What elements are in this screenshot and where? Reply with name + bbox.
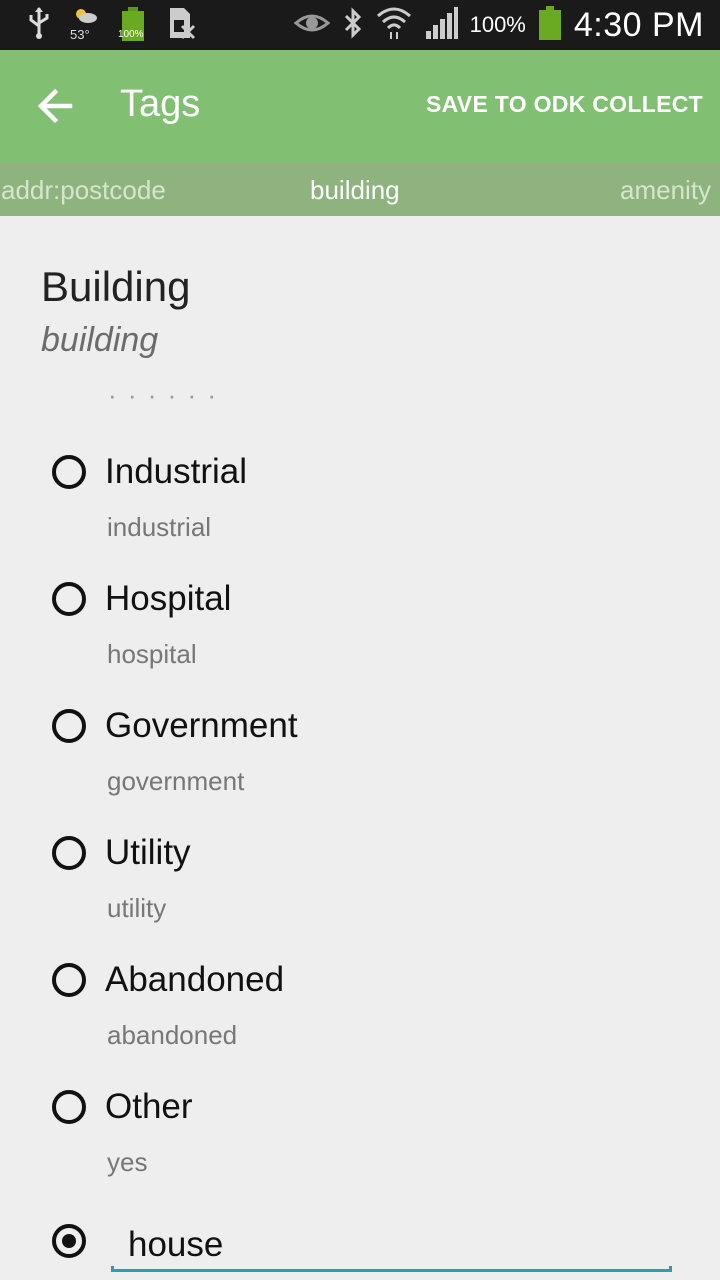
temperature-label: 53° — [70, 27, 90, 42]
radio-button[interactable] — [52, 582, 86, 616]
app-toolbar: Tags SAVE TO ODK COLLECT — [0, 50, 720, 162]
wifi-icon — [376, 6, 412, 45]
save-to-odk-collect-button[interactable]: SAVE TO ODK COLLECT — [426, 91, 703, 118]
option-other[interactable]: Other yes — [50, 1087, 690, 1208]
option-value: utility — [107, 893, 167, 923]
option-label: Abandoned — [105, 960, 285, 999]
arrow-left-icon — [37, 88, 73, 124]
sim-icon — [166, 6, 196, 45]
status-bar: 53° 100% 100% 4:30 PM — [0, 0, 720, 50]
question-title: Building — [41, 263, 191, 310]
weather-icon: 53° — [70, 5, 100, 45]
back-button[interactable] — [30, 80, 82, 132]
option-government[interactable]: Government government — [50, 706, 690, 827]
clock: 4:30 PM — [573, 5, 704, 44]
option-value: hospital — [107, 639, 197, 669]
radio-button[interactable] — [52, 1090, 86, 1124]
battery-full-small-icon: 100% — [118, 5, 148, 45]
tag-tabs: addr:postcode building amenity — [0, 162, 720, 216]
option-label: Other — [105, 1087, 193, 1126]
battery-small-label: 100% — [118, 29, 144, 40]
option-industrial[interactable]: Industrial industrial — [50, 452, 690, 573]
option-label: Government — [105, 706, 298, 745]
tab-addr-postcode[interactable]: addr:postcode — [1, 175, 166, 206]
option-value: industrial — [107, 512, 212, 542]
radio-button[interactable] — [52, 963, 86, 997]
option-value: yes — [107, 1147, 148, 1177]
radio-button[interactable] — [52, 836, 86, 870]
option-label: Hospital — [105, 579, 232, 618]
tab-building[interactable]: building — [310, 175, 400, 206]
tab-amenity[interactable]: amenity — [620, 175, 711, 206]
status-bar-system: 100% 4:30 PM — [293, 0, 704, 50]
option-hospital[interactable]: Hospital hospital — [50, 579, 690, 700]
input-underline — [111, 1266, 672, 1272]
scrolled-off-option-value: · · · · · · — [108, 388, 219, 410]
question-key: building — [41, 321, 159, 359]
option-utility[interactable]: Utility utility — [50, 833, 690, 954]
option-label: Industrial — [105, 452, 248, 491]
option-value: abandoned — [107, 1020, 238, 1050]
option-abandoned[interactable]: Abandoned abandoned — [50, 960, 690, 1081]
bluetooth-icon — [342, 6, 364, 44]
option-label: Utility — [105, 833, 191, 872]
status-bar-notifications: 53° 100% — [26, 0, 196, 50]
custom-value-option[interactable] — [50, 1222, 690, 1280]
radio-button-selected[interactable] — [52, 1224, 86, 1258]
signal-icon — [424, 6, 458, 44]
radio-button[interactable] — [52, 455, 86, 489]
usb-icon — [26, 6, 52, 45]
eye-icon — [293, 9, 330, 42]
page-title: Tags — [120, 83, 201, 125]
battery-icon — [538, 5, 562, 46]
custom-value-input[interactable] — [111, 1222, 672, 1268]
option-value: government — [107, 766, 245, 796]
radio-button[interactable] — [52, 709, 86, 743]
battery-percent: 100% — [469, 12, 526, 37]
